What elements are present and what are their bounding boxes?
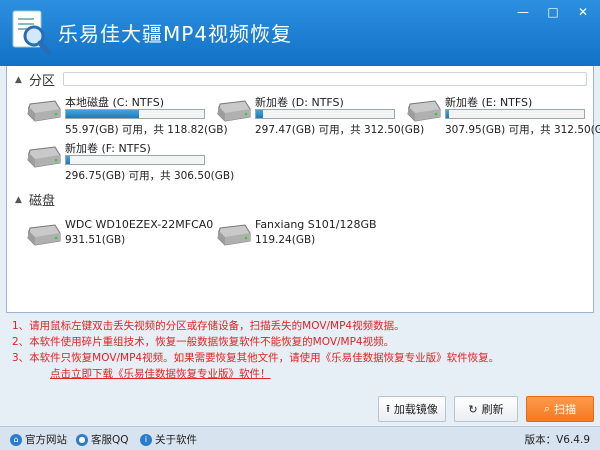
- usage-bar-fill: [66, 156, 71, 164]
- refresh-label: 刷新: [481, 403, 504, 416]
- notice-line: 1、请用鼠标左键双击丢失视频的分区或存储设备，扫描丢失的MOV/MP4视频数据。: [12, 320, 405, 332]
- drive-name: 新加卷 (E: NTFS): [445, 96, 533, 109]
- usage-bar-fill: [256, 110, 263, 118]
- hard-drive-icon: [27, 100, 61, 122]
- partition-section-header[interactable]: ▲ 分区: [15, 70, 59, 89]
- notice-line: 3、本软件只恢复MOV/MP4视频。如果需要恢复其他文件，请使用《乐易佳数据恢复…: [12, 352, 500, 364]
- support-qq-link[interactable]: ● 客服QQ: [76, 432, 129, 447]
- maximize-button[interactable]: □: [542, 4, 564, 20]
- drive-capacity: 307.95(GB) 可用，共 312.50(GB): [445, 124, 600, 136]
- collapse-chevron-icon: ▲: [15, 74, 22, 85]
- website-label: 官方网站: [25, 434, 67, 446]
- partition-c[interactable]: 本地磁盘 (C: NTFS) 55.97(GB) 可用，共 118.82(GB): [27, 94, 228, 138]
- app-title: 乐易佳大疆MP4视频恢复: [58, 22, 293, 46]
- device-panel: ▲ 分区 本地磁盘 (C: NTFS) 55.97(GB) 可用，共 118.8…: [6, 66, 600, 313]
- hard-drive-icon: [27, 224, 61, 246]
- refresh-icon: ↻: [468, 402, 478, 416]
- info-icon: i: [140, 433, 152, 446]
- usage-bar: [255, 109, 395, 119]
- partition-section-label: 分区: [29, 74, 56, 89]
- scan-label: 扫描: [554, 403, 577, 416]
- qq-icon: ●: [76, 433, 88, 446]
- about-link[interactable]: i 关于软件: [140, 432, 197, 447]
- refresh-button[interactable]: ↻ 刷新: [454, 396, 518, 422]
- section-divider: [63, 72, 587, 86]
- drive-name: 新加卷 (D: NTFS): [255, 96, 344, 109]
- home-icon: ⌂: [10, 433, 22, 446]
- hard-drive-icon: [27, 146, 61, 168]
- drive-capacity: 296.75(GB) 可用，共 306.50(GB): [65, 170, 235, 182]
- upload-icon: ⭱: [386, 401, 390, 415]
- notice-line: 2、本软件使用碎片重组技术，恢复一般数据恢复软件不能恢复的MOV/MP4视频。: [12, 336, 395, 348]
- disk-section-label: 磁盘: [29, 194, 56, 209]
- drive-capacity: 297.47(GB) 可用，共 312.50(GB): [255, 124, 425, 136]
- disk-fanxiang[interactable]: Fanxiang S101/128GB 119.24(GB): [217, 218, 407, 262]
- hard-drive-icon: [407, 100, 441, 122]
- disk-name: Fanxiang S101/128GB: [255, 218, 377, 231]
- load-image-label: 加载镜像: [393, 403, 438, 416]
- usage-bar: [65, 109, 205, 119]
- hard-drive-icon: [217, 224, 251, 246]
- usage-bar: [445, 109, 585, 119]
- version-label: 版本：V6.4.9: [524, 434, 590, 446]
- usage-bar: [65, 155, 205, 165]
- about-label: 关于软件: [155, 434, 197, 446]
- hard-drive-icon: [217, 100, 251, 122]
- usage-bar-fill: [446, 110, 449, 118]
- usage-bar-fill: [66, 110, 140, 118]
- app-logo-icon: [12, 10, 52, 56]
- drive-name: 本地磁盘 (C: NTFS): [65, 96, 165, 109]
- disk-section-header[interactable]: ▲ 磁盘: [15, 190, 59, 209]
- partition-d[interactable]: 新加卷 (D: NTFS) 297.47(GB) 可用，共 312.50(GB): [217, 94, 424, 138]
- collapse-chevron-icon: ▲: [15, 194, 22, 205]
- close-button[interactable]: ✕: [572, 4, 594, 20]
- partition-f[interactable]: 新加卷 (F: NTFS) 296.75(GB) 可用，共 306.50(GB): [27, 140, 234, 184]
- title-bar: 乐易佳大疆MP4视频恢复 — □ ✕: [0, 0, 600, 66]
- search-icon: ⌕: [543, 402, 551, 415]
- disk-name: WDC WD10EZEX-22MFCA0: [65, 218, 214, 231]
- partition-e[interactable]: 新加卷 (E: NTFS) 307.95(GB) 可用，共 312.50(GB): [407, 94, 600, 138]
- scan-button[interactable]: ⌕ 扫描: [526, 396, 594, 422]
- official-website-link[interactable]: ⌂ 官方网站: [10, 432, 67, 447]
- disk-wdc[interactable]: WDC WD10EZEX-22MFCA0 931.51(GB): [27, 218, 217, 262]
- qq-label: 客服QQ: [91, 434, 129, 446]
- notice-area: 1、请用鼠标左键双击丢失视频的分区或存储设备，扫描丢失的MOV/MP4视频数据。…: [12, 318, 582, 382]
- disk-size: 119.24(GB): [255, 234, 316, 246]
- drive-capacity: 55.97(GB) 可用，共 118.82(GB): [65, 124, 228, 136]
- disk-size: 931.51(GB): [65, 234, 126, 246]
- minimize-button[interactable]: —: [512, 4, 534, 20]
- status-bar: ⌂ 官方网站 ● 客服QQ i 关于软件 版本：V6.4.9: [0, 426, 600, 450]
- download-pro-link[interactable]: 点击立即下载《乐易佳数据恢复专业版》软件！: [50, 366, 582, 382]
- load-image-button[interactable]: ⭱ 加载镜像: [378, 396, 446, 422]
- drive-name: 新加卷 (F: NTFS): [65, 142, 151, 155]
